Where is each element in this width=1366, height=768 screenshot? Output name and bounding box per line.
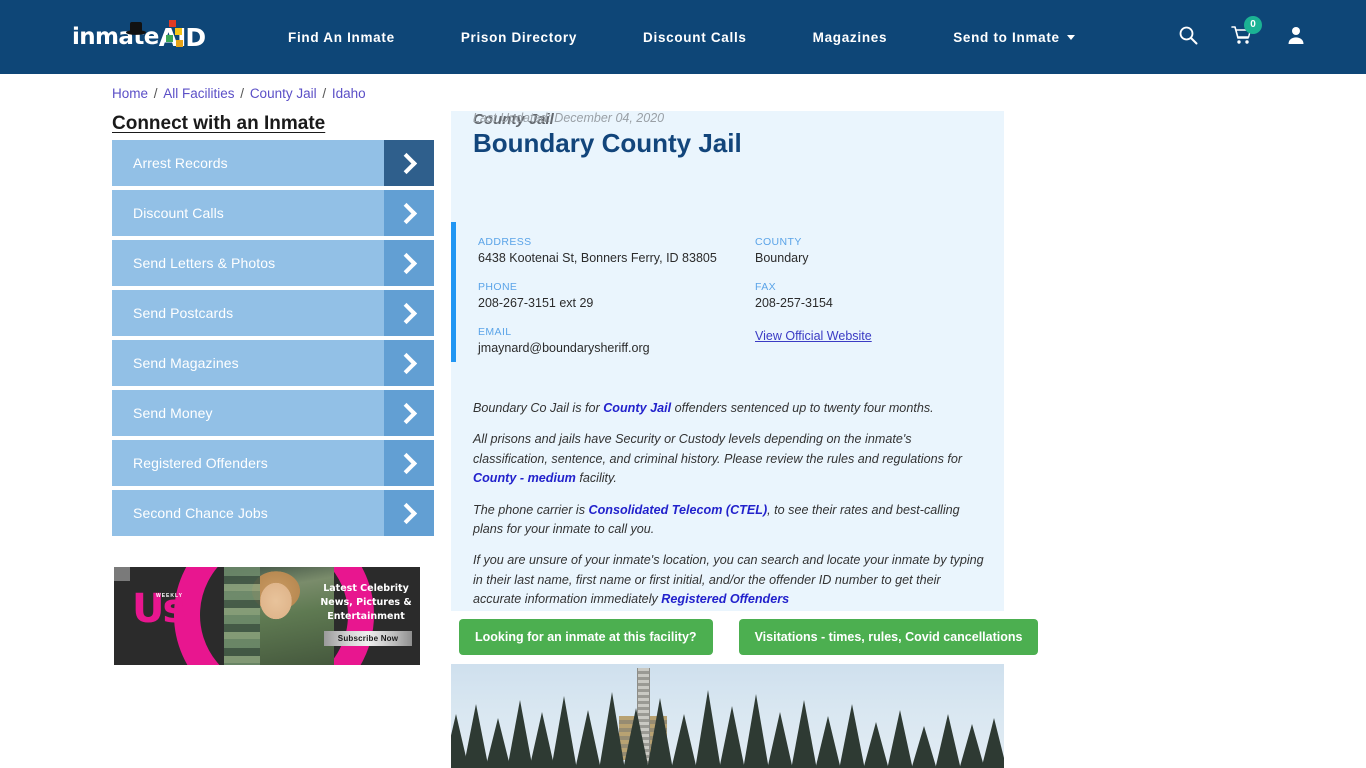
site-header: inmate AID Find An Inmate Prison Director… — [0, 0, 1366, 74]
nav-item-send-to-inmate[interactable]: Send to Inmate — [920, 0, 1108, 74]
nav-label: Discount Calls — [643, 29, 747, 45]
chevron-right-icon — [384, 390, 434, 436]
cart-count-badge: 0 — [1244, 15, 1262, 34]
breadcrumb-separator: / — [150, 86, 162, 101]
sidebar-item-label: Send Magazines — [133, 355, 239, 371]
sidebar-item-label: Second Chance Jobs — [133, 505, 268, 521]
sidebar-item-second-chance-jobs[interactable]: Second Chance Jobs — [112, 490, 434, 536]
chevron-right-icon — [384, 340, 434, 386]
breadcrumb: Home / All Facilities / County Jail / Id… — [112, 86, 366, 101]
breadcrumb-separator: / — [236, 86, 248, 101]
info-accent-bar — [451, 222, 456, 362]
ad-corner-marker — [114, 567, 130, 581]
description-paragraph-2: All prisons and jails have Security or C… — [473, 430, 989, 488]
breadcrumb-item-idaho[interactable]: Idaho — [332, 86, 366, 101]
info-label: FAX — [755, 281, 777, 293]
user-account-icon[interactable] — [1286, 25, 1306, 50]
chevron-right-icon — [384, 240, 434, 286]
chevron-right-icon — [384, 190, 434, 236]
ad-subscribe-button[interactable]: Subscribe Now — [324, 631, 412, 646]
visitations-button[interactable]: Visitations - times, rules, Covid cancel… — [738, 619, 1039, 655]
shopping-cart-icon[interactable]: 0 — [1231, 15, 1262, 50]
info-label: EMAIL — [478, 326, 512, 338]
link-registered-offenders[interactable]: Registered Offenders — [661, 592, 789, 606]
site-logo[interactable]: inmate AID — [72, 16, 206, 58]
text: facility. — [575, 471, 617, 486]
info-official-website: View Official Website — [755, 326, 978, 355]
link-consolidated-telecom[interactable]: Consolidated Telecom (CTEL) — [589, 503, 768, 517]
sidebar-item-label: Send Money — [133, 405, 213, 421]
description-paragraph-4: If you are unsure of your inmate's locat… — [473, 551, 989, 609]
sidebar-item-label: Discount Calls — [133, 205, 224, 221]
info-label: ADDRESS — [478, 236, 532, 248]
info-value: 208-257-3154 — [755, 296, 833, 310]
facility-photo — [451, 664, 1004, 768]
sidebar-item-registered-offenders[interactable]: Registered Offenders — [112, 440, 434, 486]
breadcrumb-item-county-jail[interactable]: County Jail — [250, 86, 317, 101]
header-icon-group: 0 — [1178, 0, 1306, 74]
view-official-website-link[interactable]: View Official Website — [755, 329, 872, 343]
info-county: COUNTY Boundary — [755, 236, 978, 265]
action-button-group: Looking for an inmate at this facility? … — [459, 619, 1039, 655]
link-county-medium[interactable]: County - medium — [473, 471, 576, 485]
sidebar-item-send-money[interactable]: Send Money — [112, 390, 434, 436]
text: All prisons and jails have Security or C… — [473, 432, 963, 466]
looking-for-inmate-button[interactable]: Looking for an inmate at this facility? — [459, 619, 713, 655]
info-address: ADDRESS 6438 Kootenai St, Bonners Ferry,… — [478, 236, 755, 265]
chevron-right-icon — [384, 290, 434, 336]
info-phone: PHONE 208-267-3151 ext 29 — [478, 281, 755, 310]
nav-item-prison-directory[interactable]: Prison Directory — [428, 0, 610, 74]
description-paragraph-3: The phone carrier is Consolidated Teleco… — [473, 501, 989, 540]
sidebar-item-label: Send Letters & Photos — [133, 255, 276, 271]
sidebar-item-arrest-records[interactable]: Arrest Records — [112, 140, 434, 186]
nav-item-magazines[interactable]: Magazines — [780, 0, 921, 74]
chevron-right-icon — [384, 490, 434, 536]
facility-info-grid: ADDRESS 6438 Kootenai St, Bonners Ferry,… — [478, 236, 978, 355]
chevron-down-icon — [1066, 34, 1075, 40]
chevron-right-icon — [384, 440, 434, 486]
search-icon[interactable] — [1178, 25, 1198, 50]
sidebar-item-discount-calls[interactable]: Discount Calls — [112, 190, 434, 236]
nav-label: Send to Inmate — [953, 29, 1060, 45]
text: Boundary Co Jail is for — [473, 401, 604, 415]
facility-card: Boundary County Jail County Jail Last Up… — [451, 111, 1004, 611]
ad-headline: Latest Celebrity News, Pictures & Entert… — [320, 583, 412, 622]
info-fax: FAX 208-257-3154 — [755, 281, 978, 310]
chevron-right-icon — [384, 140, 434, 186]
breadcrumb-item-home[interactable]: Home — [112, 86, 148, 101]
info-value: jmaynard@boundarysheriff.org — [478, 341, 650, 355]
nav-item-find-an-inmate[interactable]: Find An Inmate — [255, 0, 428, 74]
info-label: COUNTY — [755, 236, 802, 248]
nav-label: Prison Directory — [460, 29, 578, 45]
sidebar-item-label: Arrest Records — [133, 155, 228, 171]
info-value: 6438 Kootenai St, Bonners Ferry, ID 8380… — [478, 251, 717, 265]
text: The phone carrier is — [473, 502, 589, 517]
last-updated-text: Last Updated: December 04, 2020 — [473, 111, 665, 125]
page-title: Boundary County Jail — [473, 128, 742, 158]
facility-description: Boundary Co Jail is for County Jail offe… — [473, 399, 989, 622]
sidebar-item-send-magazines[interactable]: Send Magazines — [112, 340, 434, 386]
info-email: EMAIL jmaynard@boundarysheriff.org — [478, 326, 755, 355]
nav-label: Magazines — [812, 29, 888, 45]
ad-brand-sublabel: WEEKLY — [156, 593, 183, 599]
sidebar-advertisement[interactable]: Us WEEKLY Latest Celebrity News, Picture… — [114, 567, 420, 665]
nav-label: Find An Inmate — [288, 29, 395, 45]
nav-item-discount-calls[interactable]: Discount Calls — [610, 0, 780, 74]
sidebar-heading: Connect with an Inmate — [112, 113, 326, 134]
info-label: PHONE — [478, 281, 518, 293]
main-navigation: Find An Inmate Prison Directory Discount… — [255, 0, 1108, 74]
sidebar-item-label: Send Postcards — [133, 305, 234, 321]
info-value: 208-267-3151 ext 29 — [478, 296, 594, 310]
sidebar-menu: Arrest Records Discount Calls Send Lette… — [112, 140, 434, 540]
breadcrumb-item-all-facilities[interactable]: All Facilities — [163, 86, 234, 101]
sidebar-item-send-letters-photos[interactable]: Send Letters & Photos — [112, 240, 434, 286]
breadcrumb-separator: / — [318, 86, 330, 101]
logo-hat-icon — [126, 22, 146, 35]
info-value: Boundary — [755, 251, 809, 265]
sidebar-item-send-postcards[interactable]: Send Postcards — [112, 290, 434, 336]
description-paragraph-1: Boundary Co Jail is for County Jail offe… — [473, 399, 989, 418]
sidebar-item-label: Registered Offenders — [133, 455, 268, 471]
text: offenders sentenced up to twenty four mo… — [671, 401, 934, 415]
link-county-jail[interactable]: County Jail — [603, 401, 671, 415]
